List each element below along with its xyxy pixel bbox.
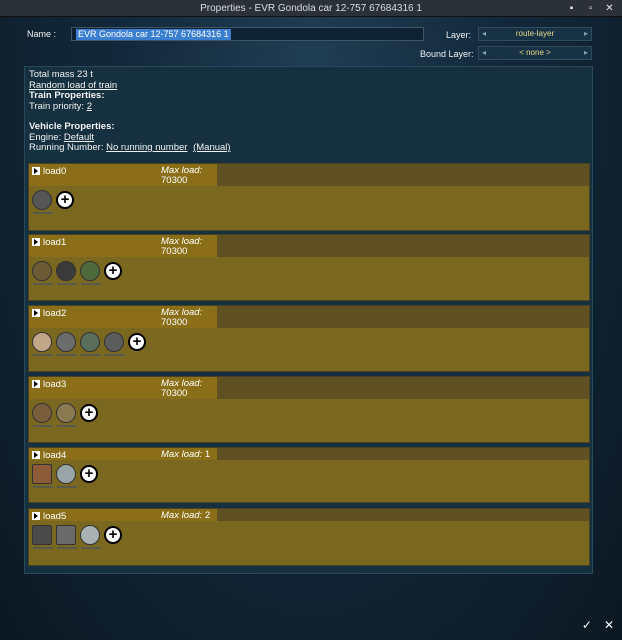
window-title: Properties - EVR Gondola car 12-757 6768… [200,3,422,14]
running-number-link[interactable]: No running number [106,142,187,153]
random-load-link[interactable]: Random load of train [29,80,117,91]
chevron-left-icon[interactable]: ◂ [482,47,486,59]
train-priority-link[interactable]: 2 [87,101,92,112]
load-name: load2 [43,308,67,319]
load-name: load0 [43,166,67,177]
load-item-icon[interactable] [32,190,53,214]
load-section-4: load4 Max load: 1 + [28,447,590,503]
name-label: Name : [27,29,57,39]
vehicle-properties-heading: Vehicle Properties: [29,121,115,132]
load-item-icon[interactable] [56,525,77,549]
window-titlebar: Properties - EVR Gondola car 12-757 6768… [0,0,622,17]
expand-icon[interactable] [32,309,40,317]
load-item-icon[interactable] [56,261,77,285]
expand-icon[interactable] [32,380,40,388]
max-load-label: Max load: [161,449,203,460]
load-name: load1 [43,237,67,248]
bound-layer-picker[interactable]: ◂ < none > ▸ [478,46,592,60]
expand-icon[interactable] [32,238,40,246]
layer-picker[interactable]: ◂ route-layer ▸ [478,27,592,41]
info-block: Total mass 23 t Random load of train Tra… [27,69,590,155]
load-section-5: load5 Max load: 2 + [28,508,590,566]
load-item-icon[interactable] [32,261,53,285]
load-item-icon[interactable] [32,332,53,356]
ok-button[interactable]: ✓ [582,618,592,632]
load-item-icon[interactable] [80,332,101,356]
max-load-label: Max load: [161,510,203,521]
add-load-button[interactable]: + [104,526,122,544]
load-section-1: load1 Max load: 70300 + [28,234,590,301]
add-load-button[interactable]: + [128,333,146,351]
load-name: load5 [43,511,67,522]
expand-icon[interactable] [32,512,40,520]
load-item-icon[interactable] [80,525,101,549]
properties-panel: Total mass 23 t Random load of train Tra… [24,66,593,574]
layer-value: route-layer [515,29,555,38]
load-item-icon[interactable] [32,403,53,427]
chevron-right-icon[interactable]: ▸ [584,47,588,59]
engine-link[interactable]: Default [64,132,94,143]
load-section-2: load2 Max load: 70300 + [28,305,590,372]
expand-icon[interactable] [32,167,40,175]
add-load-button[interactable]: + [56,191,74,209]
maximize-icon[interactable]: ▫ [584,2,597,15]
max-load-value: 70300 [161,388,188,399]
bound-layer-value: < none > [519,48,551,57]
load-item-icon[interactable] [56,332,77,356]
load-name: load4 [43,450,67,461]
max-load-value: 70300 [161,246,188,257]
load-section-3: load3 Max load: 70300 + [28,376,590,443]
running-number-label: Running Number: [29,142,104,153]
layer-label: Layer: [446,30,472,40]
load-item-icon[interactable] [104,332,125,356]
name-input-value[interactable]: EVR Gondola car 12-757 67684316 1 [76,29,231,40]
max-load-value: 1 [204,449,211,460]
load-item-icon[interactable] [32,464,53,488]
add-load-button[interactable]: + [104,262,122,280]
load-item-icon[interactable] [56,464,77,488]
cancel-button[interactable]: ✕ [604,618,614,632]
load-item-icon[interactable] [80,261,101,285]
load-name: load3 [43,379,67,390]
max-load-value: 70300 [161,175,188,186]
close-icon[interactable]: ✕ [603,2,616,15]
max-load-value: 70300 [161,317,188,328]
name-input[interactable]: EVR Gondola car 12-757 67684316 1 [71,27,424,41]
load-item-icon[interactable] [32,525,53,549]
train-priority-label: Train priority: [29,100,85,112]
engine-label: Engine: [29,131,62,143]
bound-layer-label: Bound Layer: [420,49,474,59]
manual-link[interactable]: (Manual) [193,142,231,153]
load-item-icon[interactable] [56,403,77,427]
add-load-button[interactable]: + [80,404,98,422]
chevron-right-icon[interactable]: ▸ [584,28,588,40]
expand-icon[interactable] [32,451,40,459]
load-section-0: load0 Max load: 70300 + [28,163,590,231]
train-properties-heading: Train Properties: [29,90,105,101]
chevron-left-icon[interactable]: ◂ [482,28,486,40]
max-load-value: 2 [204,510,211,521]
add-load-button[interactable]: + [80,465,98,483]
minimize-icon[interactable]: ▪ [565,2,578,15]
